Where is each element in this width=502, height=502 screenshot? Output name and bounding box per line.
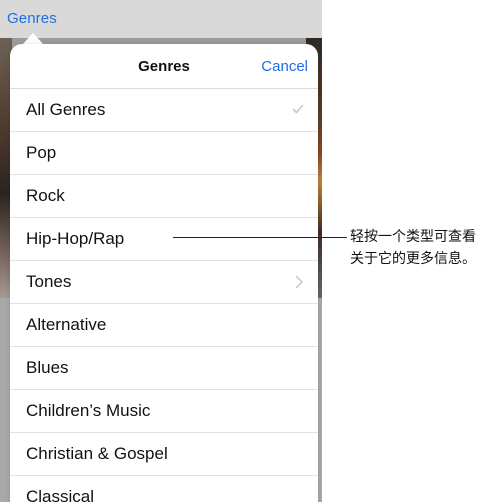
genre-row-childrens-music[interactable]: Children’s Music (10, 390, 318, 433)
genre-list: All Genres Pop Rock Hip-Hop/Rap Tones Al… (10, 89, 318, 502)
checkmark-icon (292, 104, 304, 114)
annotation-line-1: 轻按一个类型可查看 (350, 229, 476, 245)
genre-label: Children’s Music (26, 401, 151, 420)
genre-row-hip-hop-rap[interactable]: Hip-Hop/Rap (10, 218, 318, 261)
genre-row-tones[interactable]: Tones (10, 261, 318, 304)
genre-row-classical[interactable]: Classical (10, 476, 318, 502)
cancel-button[interactable]: Cancel (261, 58, 308, 75)
genre-label: Alternative (26, 315, 107, 334)
genre-row-christian-gospel[interactable]: Christian & Gospel (10, 433, 318, 476)
genres-nav-button[interactable]: Genres (7, 10, 57, 27)
callout-line (173, 237, 347, 238)
phone-screen: Genres Genres Cancel All Genres Pop Rock (0, 0, 322, 502)
genre-row-blues[interactable]: Blues (10, 347, 318, 390)
genre-label: Hip-Hop/Rap (26, 229, 125, 248)
genre-label: Blues (26, 358, 69, 377)
genre-label: All Genres (26, 100, 106, 119)
annotation-line-2: 关于它的更多信息。 (350, 251, 476, 267)
genre-row-all-genres[interactable]: All Genres (10, 89, 318, 132)
genre-label: Rock (26, 186, 65, 205)
genre-label: Christian & Gospel (26, 444, 168, 463)
genre-row-pop[interactable]: Pop (10, 132, 318, 175)
genre-label: Pop (26, 143, 57, 162)
genres-popover: Genres Cancel All Genres Pop Rock Hip-Ho… (10, 44, 318, 502)
genre-label: Tones (26, 272, 72, 291)
annotation-callout: 轻按一个类型可查看 关于它的更多信息。 (350, 226, 500, 270)
popover-header: Genres Cancel (10, 44, 318, 89)
genre-label: Classical (26, 487, 95, 502)
genre-row-alternative[interactable]: Alternative (10, 304, 318, 347)
stage: Genres Genres Cancel All Genres Pop Rock (0, 0, 502, 502)
chevron-right-icon (295, 275, 303, 289)
genre-row-rock[interactable]: Rock (10, 175, 318, 218)
